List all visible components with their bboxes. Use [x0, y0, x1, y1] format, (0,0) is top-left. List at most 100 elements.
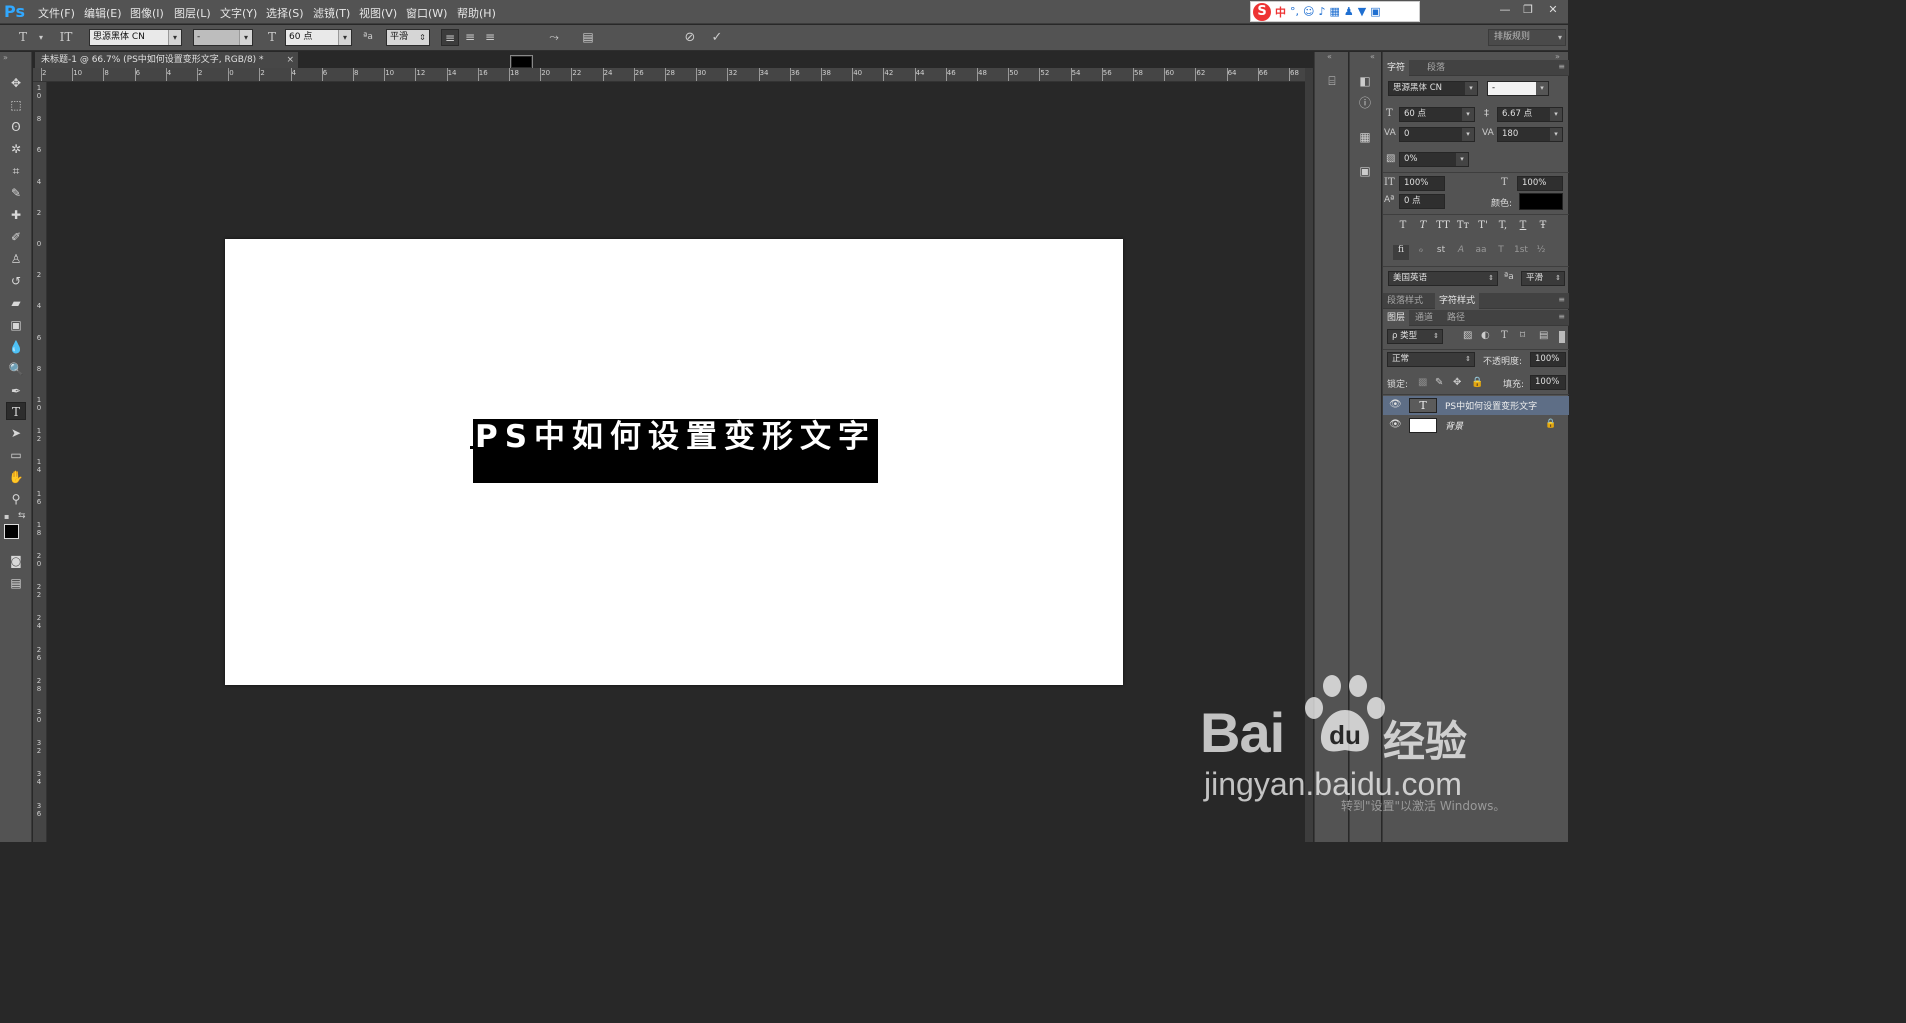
menu-layer[interactable]: 图层(L) — [174, 5, 211, 21]
lock-pixels-icon[interactable]: ✎ — [1435, 377, 1443, 388]
align-left-icon[interactable]: ≡ — [441, 29, 459, 46]
opacity-field[interactable]: 100% — [1530, 352, 1566, 367]
microphone-icon[interactable]: ♪ — [1318, 5, 1325, 18]
menu-image[interactable]: 图像(I) — [130, 5, 164, 21]
lock-transparency-icon[interactable]: ▩ — [1418, 377, 1427, 388]
stylistic-alternates-button[interactable]: aa — [1473, 245, 1489, 262]
strikethrough-button[interactable]: Ŧ — [1535, 220, 1551, 236]
subscript-button[interactable]: T, — [1495, 220, 1511, 236]
char-color-swatch[interactable] — [1519, 193, 1563, 210]
antialias-select[interactable]: 平滑 ⇕ — [386, 29, 430, 46]
menu-view[interactable]: 视图(V) — [359, 5, 397, 21]
keyboard-icon[interactable]: ▦ — [1330, 5, 1340, 18]
default-colors-icon[interactable]: ▪ — [4, 512, 9, 521]
shape-tool-icon[interactable]: ▭ — [6, 446, 26, 464]
move-tool-icon[interactable]: ✥ — [6, 74, 26, 92]
layer-filter-select[interactable]: ρ 类型 ⇕ — [1387, 329, 1443, 344]
discretionary-ligature-button[interactable]: st — [1433, 245, 1449, 262]
filter-adjustment-icon[interactable]: ◐ — [1481, 330, 1490, 341]
small-caps-button[interactable]: Tᴛ — [1455, 220, 1471, 236]
tab-channels[interactable]: 通道 — [1411, 310, 1437, 326]
swap-colors-icon[interactable]: ⇆ — [18, 511, 26, 521]
filter-shape-icon[interactable]: ⌑ — [1520, 330, 1525, 341]
char-font-style-select[interactable]: - ▾ — [1487, 81, 1549, 96]
minimize-button[interactable]: — — [1495, 3, 1515, 17]
ime-mode[interactable]: 中 — [1275, 4, 1286, 20]
filter-pixel-icon[interactable]: ▨ — [1463, 330, 1472, 341]
ligature-button[interactable]: fi — [1393, 245, 1409, 260]
visibility-eye-icon[interactable]: 👁 — [1389, 419, 1402, 430]
fractions-button[interactable]: ½ — [1533, 245, 1549, 262]
char-baseline-shift[interactable]: 0 点 — [1399, 194, 1445, 209]
superscript-button[interactable]: T' — [1475, 220, 1491, 236]
clone-stamp-tool-icon[interactable]: ♙ — [6, 250, 26, 268]
lock-all-icon[interactable]: 🔒 — [1471, 377, 1483, 388]
lock-position-icon[interactable]: ✥ — [1453, 377, 1461, 388]
char-horizontal-scale[interactable]: 100% — [1517, 176, 1563, 191]
grid-icon[interactable]: ▣ — [1370, 5, 1380, 18]
text-orientation-icon[interactable]: IT — [57, 29, 75, 46]
path-selection-tool-icon[interactable]: ➤ — [6, 424, 26, 442]
menu-help[interactable]: 帮助(H) — [457, 5, 496, 21]
menu-file[interactable]: 文件(F) — [38, 5, 75, 21]
dodge-tool-icon[interactable]: 🔍 — [6, 360, 26, 378]
char-leading[interactable]: 6.67 点 ▾ — [1497, 107, 1563, 122]
gradient-tool-icon[interactable]: ▣ — [6, 316, 26, 334]
swash-button[interactable]: A — [1453, 245, 1469, 262]
ime-punct[interactable]: °, — [1290, 5, 1299, 18]
filter-toggle-switch[interactable] — [1559, 331, 1565, 343]
blur-tool-icon[interactable]: 💧 — [6, 338, 26, 356]
close-tab-icon[interactable]: × — [286, 52, 294, 68]
cancel-edit-icon[interactable]: ⊘ — [681, 29, 699, 46]
collapse-arrows-icon[interactable]: « — [1327, 52, 1332, 61]
char-vertical-scale[interactable]: 100% — [1399, 176, 1445, 191]
commit-edit-icon[interactable]: ✓ — [708, 29, 726, 46]
font-family-select[interactable]: 思源黑体 CN ▾ — [89, 29, 182, 46]
faux-italic-button[interactable]: T — [1415, 220, 1431, 236]
panel-menu-icon[interactable]: ≡ — [1558, 62, 1565, 71]
char-kerning[interactable]: 0 ▾ — [1399, 127, 1475, 142]
panel-menu-icon[interactable]: ≡ — [1558, 295, 1565, 304]
filter-type-icon[interactable]: T — [1501, 330, 1508, 341]
menu-type[interactable]: 文字(Y) — [220, 5, 257, 21]
pen-tool-icon[interactable]: ✒ — [6, 382, 26, 400]
font-style-select[interactable]: - ▾ — [193, 29, 253, 46]
magic-wand-tool-icon[interactable]: ✲ — [6, 140, 26, 158]
foreground-color-swatch[interactable] — [4, 524, 19, 539]
text-color-swatch[interactable] — [510, 55, 533, 69]
dropdown-arrow-icon[interactable]: ▾ — [32, 29, 50, 46]
tab-paragraph[interactable]: 段落 — [1423, 60, 1449, 76]
marquee-tool-icon[interactable]: ⬚ — [6, 96, 26, 114]
eraser-tool-icon[interactable]: ▰ — [6, 294, 26, 312]
canvas-text-layer[interactable]: PS中如何设置变形文字 — [473, 417, 878, 457]
lasso-tool-icon[interactable]: ʘ — [6, 118, 26, 136]
align-right-icon[interactable]: ≡ — [481, 29, 499, 46]
shirt-icon[interactable]: ▼ — [1358, 5, 1366, 18]
faux-bold-button[interactable]: T — [1395, 220, 1411, 236]
type-tool-preset-icon[interactable]: T — [14, 29, 32, 46]
history-brush-tool-icon[interactable]: ↺ — [6, 272, 26, 290]
layer-row-background[interactable]: 👁 背景 🔒 — [1383, 416, 1569, 435]
font-size-select[interactable]: 60 点 ▾ — [285, 29, 352, 46]
char-antialias-select[interactable]: 平滑 ⇕ — [1521, 271, 1565, 286]
ime-toolbar[interactable]: S 中 °, ☺ ♪ ▦ ♟ ▼ ▣ — [1250, 1, 1420, 22]
hand-tool-icon[interactable]: ✋ — [6, 468, 26, 486]
blend-mode-select[interactable]: 正常 ⇕ — [1387, 352, 1475, 367]
info-panel-icon[interactable]: ⓘ — [1356, 94, 1374, 112]
char-font-family-select[interactable]: 思源黑体 CN ▾ — [1388, 81, 1478, 96]
history-panel-icon[interactable]: ⌸ — [1323, 72, 1341, 90]
char-tracking[interactable]: 180 ▾ — [1497, 127, 1563, 142]
screen-mode-icon[interactable]: ▤ — [6, 574, 26, 592]
collapse-arrows-icon[interactable]: » — [3, 53, 8, 62]
language-select[interactable]: 美国英语 ⇕ — [1388, 271, 1498, 286]
menu-window[interactable]: 窗口(W) — [406, 5, 447, 21]
underline-button[interactable]: T — [1515, 220, 1531, 236]
tab-paragraph-styles[interactable]: 段落样式 — [1383, 293, 1427, 309]
menu-filter[interactable]: 滤镜(T) — [313, 5, 350, 21]
panel-menu-icon[interactable]: ≡ — [1558, 312, 1565, 321]
healing-brush-tool-icon[interactable]: ✚ — [6, 206, 26, 224]
visibility-eye-icon[interactable]: 👁 — [1389, 399, 1402, 410]
brush-tool-icon[interactable]: ✐ — [6, 228, 26, 246]
character-panel-toggle-icon[interactable]: ▤ — [579, 29, 597, 46]
adjustments-panel-icon[interactable]: ◧ — [1356, 72, 1374, 90]
